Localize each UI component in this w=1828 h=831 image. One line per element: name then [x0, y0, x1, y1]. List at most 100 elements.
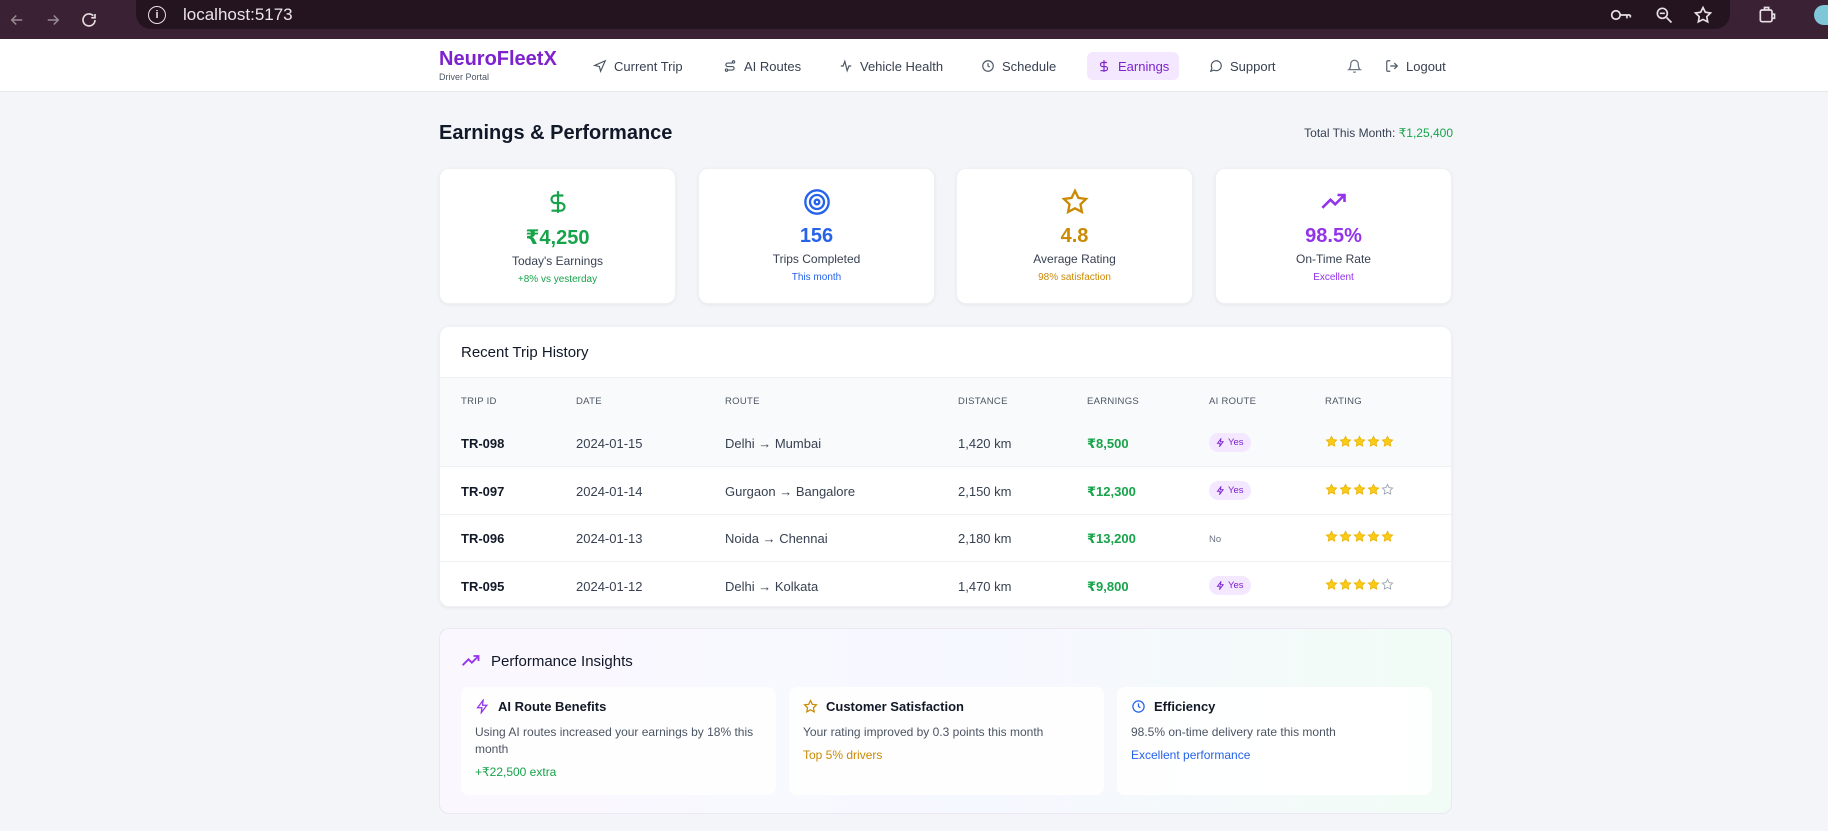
zoom-icon[interactable] — [1654, 0, 1674, 29]
stat-card-today-earnings: ₹4,250 Today's Earnings +8% vs yesterday — [439, 168, 676, 304]
trip-earnings: ₹13,200 — [1087, 531, 1136, 546]
star-filled-icon — [1367, 530, 1380, 542]
chat-icon — [1209, 60, 1222, 73]
star-filled-icon — [1353, 435, 1366, 447]
insight-card-customer-satisfaction: Customer Satisfaction Your rating improv… — [789, 687, 1104, 795]
star-icon — [803, 699, 818, 713]
profile-avatar[interactable] — [1814, 0, 1828, 29]
column-header: DISTANCE — [958, 396, 1008, 407]
table-row[interactable]: TR-098 2024-01-15 Delhi → Mumbai 1,420 km ₹8… — [440, 420, 1451, 467]
column-header: AI ROUTE — [1209, 396, 1257, 407]
stat-value: 4.8 — [1060, 225, 1089, 247]
back-icon[interactable] — [2, 5, 32, 35]
app-header: NeuroFleetX Driver Portal Current Trip A… — [0, 39, 1828, 92]
nav-schedule[interactable]: Schedule — [971, 52, 1066, 80]
insight-description: Using AI routes increased your earnings … — [475, 725, 754, 756]
nav-ai-routes[interactable]: AI Routes — [713, 52, 811, 80]
star-filled-icon — [1325, 435, 1338, 447]
table-row[interactable]: TR-096 2024-01-13 Noida → Chennai 2,180 km ₹… — [440, 515, 1451, 562]
trip-distance: 2,150 km — [958, 483, 1012, 499]
column-header: RATING — [1325, 396, 1362, 407]
site-info-icon[interactable]: i — [148, 5, 166, 24]
nav-label: Current Trip — [614, 58, 683, 74]
insight-card-ai-route: AI Route Benefits Using AI routes increa… — [461, 687, 776, 795]
star-filled-icon — [1325, 530, 1338, 542]
stat-card-on-time-rate: 98.5% On-Time Rate Excellent — [1215, 168, 1452, 304]
month-total-value: ₹1,25,400 — [1398, 126, 1453, 140]
trip-earnings: ₹12,300 — [1087, 483, 1136, 499]
nav-earnings[interactable]: Earnings — [1087, 52, 1180, 80]
star-filled-icon — [1339, 435, 1352, 447]
nav-vehicle-health[interactable]: Vehicle Health — [829, 52, 953, 80]
nav-current-trip[interactable]: Current Trip — [583, 52, 693, 80]
nav-label: Vehicle Health — [860, 58, 944, 74]
extensions-icon[interactable] — [1757, 0, 1777, 29]
reload-icon[interactable] — [74, 5, 104, 35]
logout-label: Logout — [1406, 58, 1446, 74]
star-filled-icon — [1367, 435, 1380, 447]
column-header: EARNINGS — [1087, 396, 1140, 407]
zap-icon — [1216, 580, 1225, 590]
stat-card-trips-completed: 156 Trips Completed This month — [698, 168, 935, 304]
dollar-icon — [1099, 60, 1109, 72]
stat-card-average-rating: 4.8 Average Rating 98% satisfaction — [956, 168, 1193, 304]
table-row[interactable]: TR-097 2024-01-14 Gurgaon → Bangalore 2,150… — [440, 468, 1451, 515]
ai-route-badge: Yes — [1209, 480, 1251, 500]
stat-label: Today's Earnings — [511, 254, 603, 268]
brand[interactable]: NeuroFleetX Driver Portal — [439, 48, 557, 82]
nav-label: Earnings — [1118, 58, 1170, 74]
brand-name: NeuroFleetX — [439, 48, 557, 70]
trip-route: Delhi → Mumbai — [725, 436, 822, 451]
ai-route-value: Yes — [1228, 579, 1244, 591]
insight-footer: +₹22,500 extra — [475, 765, 557, 779]
star-empty-icon — [1381, 577, 1394, 590]
logout-button[interactable]: Logout — [1375, 52, 1456, 80]
ai-route-badge: Yes — [1209, 575, 1251, 595]
star-icon — [1060, 188, 1089, 215]
trip-route: Delhi → Kolkata — [725, 578, 819, 594]
star-filled-icon — [1353, 530, 1366, 542]
nav-label: Schedule — [1002, 58, 1057, 74]
column-header: TRIP ID — [461, 396, 497, 407]
trip-history-title: Recent Trip History — [461, 344, 589, 361]
insight-description: 98.5% on-time delivery rate this month — [1131, 725, 1336, 739]
clock-icon — [982, 60, 994, 72]
stat-sub: +8% vs yesterday — [517, 274, 598, 285]
insight-title: Customer Satisfaction — [826, 699, 964, 714]
star-filled-icon — [1367, 577, 1380, 590]
forward-icon[interactable] — [38, 5, 68, 35]
stat-value: 156 — [799, 225, 834, 247]
stat-label: On-Time Rate — [1296, 252, 1371, 266]
trip-id: TR-097 — [461, 483, 505, 499]
insight-title: AI Route Benefits — [498, 699, 607, 714]
rating-stars — [1325, 482, 1394, 496]
star-filled-icon — [1367, 482, 1380, 495]
trip-id: TR-095 — [461, 578, 505, 594]
insights-title: Performance Insights — [491, 652, 633, 670]
month-total-label: Total This Month: — [1304, 126, 1399, 140]
address-bar[interactable]: i localhost:5173 — [136, 0, 1730, 29]
navigation-icon — [593, 59, 607, 73]
table-header: TRIP ID DATE ROUTE DISTANCE EARNINGS AI … — [440, 377, 1451, 420]
stat-value: ₹4,250 — [525, 227, 590, 249]
column-header: ROUTE — [725, 396, 760, 407]
trending-up-icon — [1320, 193, 1346, 209]
stat-sub: Excellent — [1313, 272, 1354, 283]
trending-up-icon — [462, 655, 480, 666]
trip-earnings: ₹8,500 — [1087, 436, 1129, 451]
ai-route-value: No — [1209, 534, 1222, 545]
star-filled-icon — [1339, 577, 1352, 590]
insight-description: Your rating improved by 0.3 points this … — [803, 725, 1044, 739]
star-empty-icon — [1381, 482, 1394, 495]
nav-support[interactable]: Support — [1199, 52, 1286, 80]
table-row[interactable]: TR-095 2024-01-12 Delhi → Kolkata 1,470 km ₹… — [440, 563, 1451, 607]
column-header: DATE — [576, 396, 602, 407]
notifications-button[interactable] — [1341, 52, 1375, 80]
dollar-icon — [549, 191, 566, 213]
stat-value: 98.5% — [1305, 225, 1362, 247]
trip-earnings: ₹9,800 — [1087, 578, 1129, 594]
key-icon[interactable] — [1610, 0, 1632, 29]
rating-stars — [1325, 435, 1394, 448]
star-filled-icon — [1381, 435, 1394, 447]
bookmark-star-icon[interactable] — [1693, 0, 1713, 29]
